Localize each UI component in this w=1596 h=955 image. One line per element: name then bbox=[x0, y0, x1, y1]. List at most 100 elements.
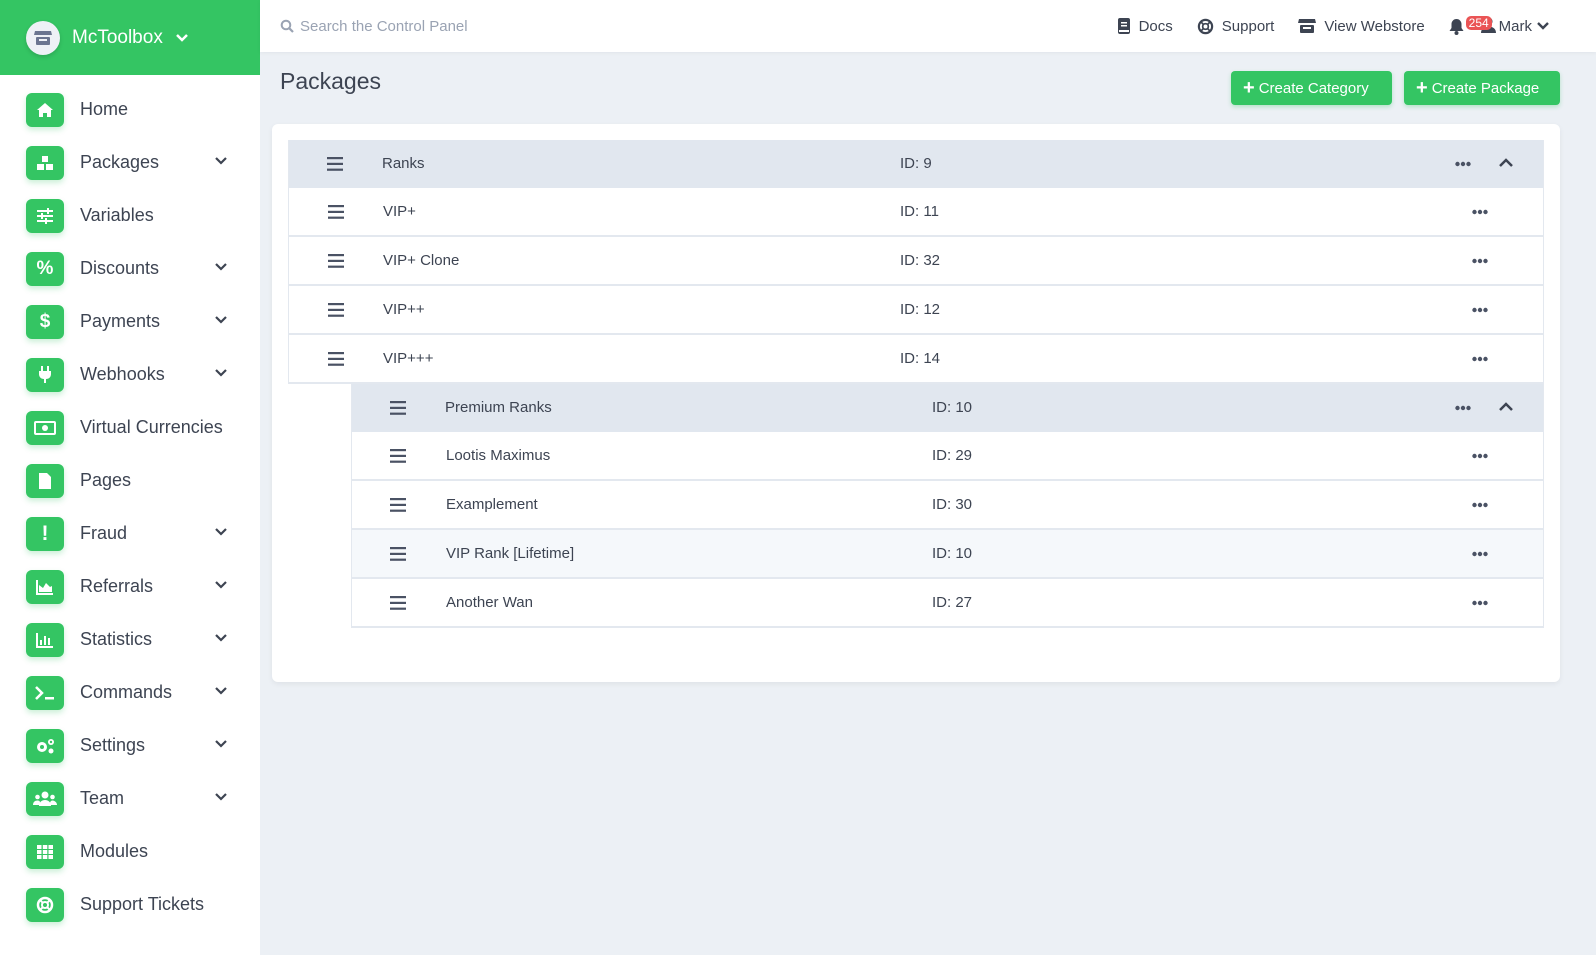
sidebar-item-label: Commands bbox=[80, 682, 173, 702]
drag-handle-icon[interactable] bbox=[390, 596, 406, 610]
topbar-links: Docs Support View Webstore 254 Mark bbox=[1117, 0, 1596, 52]
sidebar-item-support-tickets[interactable]: Support Tickets bbox=[0, 878, 260, 931]
sidebar-item-label: Team bbox=[80, 788, 125, 808]
page-title: Packages bbox=[280, 68, 382, 94]
sidebar-item-statistics[interactable]: Statistics bbox=[0, 613, 260, 666]
notifications-button[interactable]: 254 bbox=[1449, 14, 1496, 38]
more-options-icon[interactable] bbox=[1455, 405, 1471, 411]
sidebar-nav: Home Packages Variables % Discounts $ Pa… bbox=[0, 75, 260, 931]
more-options-icon[interactable] bbox=[1455, 161, 1471, 167]
sidebar-item-label: Settings bbox=[80, 735, 146, 755]
more-options-icon[interactable] bbox=[1472, 502, 1488, 508]
chevron-down-icon bbox=[214, 792, 228, 802]
chevron-down-icon bbox=[214, 156, 228, 166]
docs-link[interactable]: Docs bbox=[1117, 18, 1173, 35]
search-input[interactable] bbox=[300, 17, 660, 35]
package-row[interactable]: VIP+ Clone ID: 32 bbox=[288, 237, 1544, 286]
sidebar-item-label: Home bbox=[80, 99, 129, 119]
chevron-down-icon bbox=[175, 33, 189, 43]
sidebar-item-fraud[interactable]: ! Fraud bbox=[0, 507, 260, 560]
package-row[interactable]: Examplement ID: 30 bbox=[351, 481, 1544, 530]
store-icon bbox=[1298, 18, 1317, 34]
sidebar-item-packages[interactable]: Packages bbox=[0, 136, 260, 189]
view-webstore-link[interactable]: View Webstore bbox=[1298, 18, 1425, 35]
bar-chart-icon bbox=[26, 622, 64, 657]
package-name: VIP++ bbox=[383, 301, 425, 318]
sidebar-item-label: Statistics bbox=[80, 629, 153, 649]
package-name: Lootis Maximus bbox=[446, 447, 551, 464]
more-options-icon[interactable] bbox=[1472, 209, 1488, 215]
category-name: Ranks bbox=[382, 155, 425, 172]
packages-card: Ranks ID: 9 VIP+ ID: 11 VIP+ Clone ID: 32 VIP+… bbox=[272, 124, 1560, 682]
sidebar-item-referrals[interactable]: Referrals bbox=[0, 560, 260, 613]
sidebar-item-commands[interactable]: Commands bbox=[0, 666, 260, 719]
package-name: VIP+ Clone bbox=[383, 252, 460, 269]
more-options-icon[interactable] bbox=[1472, 356, 1488, 362]
category-row[interactable]: Ranks ID: 9 bbox=[288, 140, 1544, 188]
sidebar-item-pages[interactable]: Pages bbox=[0, 454, 260, 507]
docs-label: Docs bbox=[1138, 17, 1173, 35]
drag-handle-icon[interactable] bbox=[328, 303, 344, 317]
user-menu[interactable]: Mark bbox=[1499, 18, 1550, 35]
sliders-icon bbox=[26, 198, 64, 233]
category-id: ID: 9 bbox=[900, 155, 932, 172]
drag-handle-icon[interactable] bbox=[328, 254, 344, 268]
sidebar-item-payments[interactable]: $ Payments bbox=[0, 295, 260, 348]
more-options-icon[interactable] bbox=[1472, 551, 1488, 557]
chevron-up-icon[interactable] bbox=[1498, 158, 1514, 168]
support-link[interactable]: Support bbox=[1197, 18, 1274, 35]
store-switcher[interactable]: McToolbox bbox=[0, 0, 260, 75]
sidebar-item-team[interactable]: Team bbox=[0, 772, 260, 825]
sidebar-item-discounts[interactable]: % Discounts bbox=[0, 242, 260, 295]
sidebar-item-label: Modules bbox=[80, 841, 149, 861]
drag-handle-icon[interactable] bbox=[390, 401, 406, 415]
drag-handle-icon[interactable] bbox=[390, 498, 406, 512]
package-name: Another Wan bbox=[446, 594, 533, 611]
users-icon bbox=[26, 781, 64, 816]
sidebar-item-home[interactable]: Home bbox=[0, 83, 260, 136]
chevron-down-icon bbox=[214, 527, 228, 537]
search-box bbox=[280, 17, 680, 35]
chevron-up-icon[interactable] bbox=[1498, 402, 1514, 412]
drag-handle-icon[interactable] bbox=[390, 449, 406, 463]
drag-handle-icon[interactable] bbox=[390, 547, 406, 561]
sidebar-item-variables[interactable]: Variables bbox=[0, 189, 260, 242]
drag-handle-icon[interactable] bbox=[327, 157, 343, 171]
package-id: ID: 27 bbox=[932, 594, 973, 611]
sidebar-item-webhooks[interactable]: Webhooks bbox=[0, 348, 260, 401]
chevron-down-icon bbox=[214, 633, 228, 643]
package-name: Examplement bbox=[446, 496, 538, 513]
drag-handle-icon[interactable] bbox=[328, 352, 344, 366]
sidebar-item-label: Payments bbox=[80, 311, 161, 331]
sidebar-item-modules[interactable]: Modules bbox=[0, 825, 260, 878]
more-options-icon[interactable] bbox=[1472, 307, 1488, 313]
sidebar-item-virtual-currencies[interactable]: Virtual Currencies bbox=[0, 401, 260, 454]
package-id: ID: 32 bbox=[900, 252, 941, 269]
more-options-icon[interactable] bbox=[1472, 600, 1488, 606]
package-id: ID: 12 bbox=[900, 301, 941, 318]
package-row[interactable]: Another Wan ID: 27 bbox=[351, 579, 1544, 628]
sidebar-item-label: Discounts bbox=[80, 258, 160, 278]
sidebar-item-settings[interactable]: Settings bbox=[0, 719, 260, 772]
topbar: Docs Support View Webstore 254 Mark bbox=[260, 0, 1596, 52]
category-id: ID: 10 bbox=[932, 399, 973, 416]
drag-handle-icon[interactable] bbox=[328, 205, 344, 219]
package-row[interactable]: Lootis Maximus ID: 29 bbox=[351, 432, 1544, 481]
more-options-icon[interactable] bbox=[1472, 453, 1488, 459]
money-bill-icon bbox=[26, 410, 64, 445]
package-row[interactable]: VIP Rank [Lifetime] ID: 10 bbox=[351, 530, 1544, 579]
sidebar: McToolbox Home Packages Variables % Disc… bbox=[0, 0, 260, 955]
chevron-down-icon bbox=[1536, 21, 1550, 31]
create-package-button[interactable]: + Create Package bbox=[1404, 71, 1560, 105]
package-row[interactable]: VIP+++ ID: 14 bbox=[288, 335, 1544, 384]
chevron-down-icon bbox=[214, 262, 228, 272]
create-category-button[interactable]: + Create Category bbox=[1231, 71, 1392, 105]
sidebar-item-label: Fraud bbox=[80, 523, 128, 543]
cogs-icon bbox=[26, 728, 64, 763]
subcategory-row[interactable]: Premium Ranks ID: 10 bbox=[351, 384, 1544, 432]
user-name: Mark bbox=[1498, 17, 1532, 35]
chevron-down-icon bbox=[214, 368, 228, 378]
package-row[interactable]: VIP+ ID: 11 bbox=[288, 188, 1544, 237]
more-options-icon[interactable] bbox=[1472, 258, 1488, 264]
package-row[interactable]: VIP++ ID: 12 bbox=[288, 286, 1544, 335]
